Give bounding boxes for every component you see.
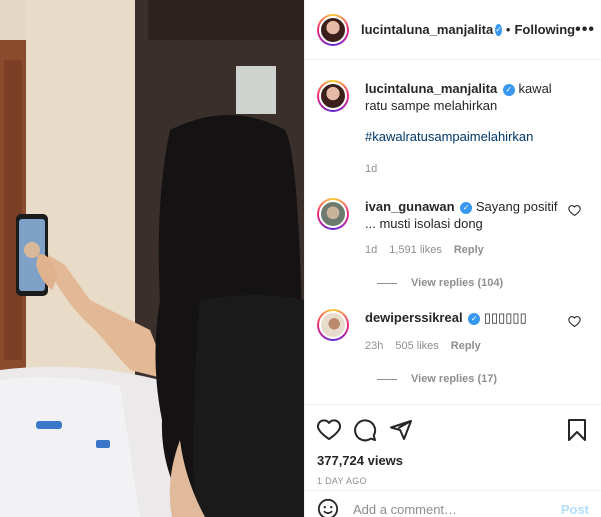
comments-list[interactable]: lucintaluna_manjalita ✓ kawal ratu sampe… [305,68,601,398]
post-actions: 377,724 views 1 DAY AGO [305,404,601,486]
verified-icon: ✓ [502,83,515,96]
commenter-avatar[interactable] [317,198,349,230]
author-username[interactable]: lucintaluna_manjalita [361,22,493,37]
like-comment-heart-icon[interactable] [568,315,581,328]
share-icon[interactable] [389,418,413,442]
comment-item: ivan_gunawan ✓ Sayang positif ... musti … [317,198,589,259]
post-time: 1 DAY AGO [317,476,367,486]
view-replies-button[interactable]: View replies (104) [377,277,589,289]
caption-meta: 1d [365,161,565,178]
emoji-icon[interactable] [317,498,339,517]
comment-body: ivan_gunawan ✓ Sayang positif ... musti … [365,198,589,259]
reply-button[interactable]: Reply [451,338,481,355]
add-comment-bar: Post [305,490,601,517]
post-header: lucintaluna_manjalita ✓ • Following ••• [305,0,601,60]
comment-item: dewiperssikreal ✓ ▯▯▯▯▯▯ 23h 505 likes R… [317,309,589,355]
author-avatar[interactable] [317,13,349,46]
reply-button[interactable]: Reply [454,242,484,259]
caption-hashtag[interactable]: #kawalratusampaimelahirkan [365,129,533,144]
replies-line [377,378,397,380]
view-replies-button[interactable]: View replies (17) [377,373,589,385]
author-avatar[interactable] [317,80,349,112]
comment-body: dewiperssikreal ✓ ▯▯▯▯▯▯ 23h 505 likes R… [365,309,589,355]
comment-username[interactable]: dewiperssikreal [365,310,463,325]
action-icons [317,413,589,447]
bookmark-icon[interactable] [565,418,589,442]
separator-dot: • [505,22,511,37]
caption: lucintaluna_manjalita ✓ kawal ratu sampe… [317,80,589,178]
like-comment-heart-icon[interactable] [568,204,581,217]
post-panel: lucintaluna_manjalita ✓ • Following ••• … [304,0,601,517]
caption-username[interactable]: lucintaluna_manjalita [365,81,497,96]
post-media[interactable] [0,0,304,517]
view-count[interactable]: 377,724 views [317,453,589,468]
replies-line [377,282,397,284]
heart-icon[interactable] [317,418,341,442]
comment-meta: 1d 1,591 likes Reply [365,242,565,259]
caption-time: 1d [365,163,378,175]
view-replies-label: View replies (17) [411,373,498,385]
verified-icon: ✓ [495,23,502,36]
following-button[interactable]: Following [514,22,575,37]
comment-likes[interactable]: 1,591 likes [389,242,442,259]
comment-time: 23h [365,340,384,352]
comment-input[interactable] [353,501,561,517]
commenter-avatar[interactable] [317,309,349,341]
comment-icon[interactable] [353,418,377,442]
verified-icon: ✓ [460,201,473,214]
comment-text: ▯▯▯▯▯▯ [483,310,527,325]
verified-icon: ✓ [468,312,481,325]
comment-likes[interactable]: 505 likes [395,338,438,355]
comment-meta: 23h 505 likes Reply [365,338,565,355]
view-replies-label: View replies (104) [411,277,504,289]
comment-username[interactable]: ivan_gunawan [365,199,455,214]
caption-body: lucintaluna_manjalita ✓ kawal ratu sampe… [365,80,589,178]
comment-time: 1d [365,244,378,256]
post-photo [0,0,304,517]
post-comment-button[interactable]: Post [561,502,589,517]
more-icon[interactable]: ••• [575,21,595,39]
